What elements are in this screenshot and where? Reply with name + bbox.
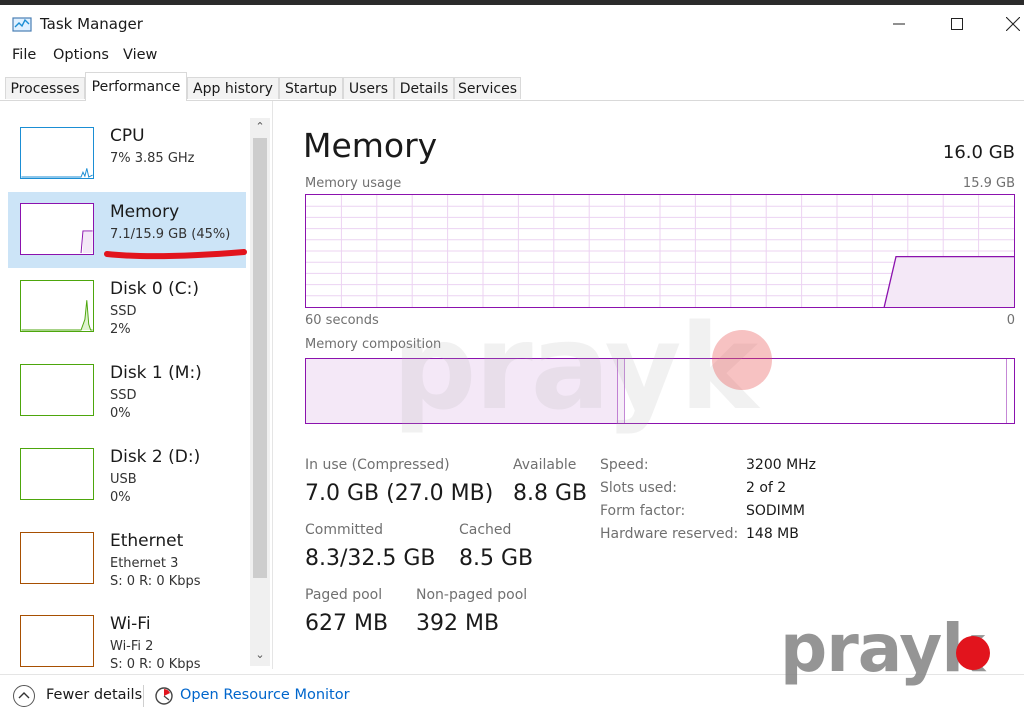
tab-performance[interactable]: Performance <box>85 72 187 101</box>
in-use-value: 7.0 GB (27.0 MB) <box>305 481 494 506</box>
resource-list: CPU 7% 3.85 GHz Memory 7.1/15.9 GB (45%)… <box>0 101 272 671</box>
nonpaged-pool-value: 392 MB <box>416 611 500 636</box>
sidebar-item-wifi[interactable]: Wi-Fi Wi-Fi 2 S: 0 R: 0 Kbps <box>8 604 246 671</box>
cached-label: Cached <box>459 522 512 538</box>
close-icon <box>1006 17 1020 31</box>
slots-value: 2 of 2 <box>746 480 787 496</box>
sidebar-item-disk1[interactable]: Disk 1 (M:) SSD 0% <box>8 353 246 429</box>
open-resource-monitor-link[interactable]: Open Resource Monitor <box>180 687 350 703</box>
tab-services[interactable]: Services <box>454 77 521 99</box>
fewer-details-link[interactable]: Fewer details <box>46 687 142 703</box>
disk2-thumbnail <box>20 448 94 500</box>
disk1-type: SSD <box>110 388 137 403</box>
ethernet-throughput: S: 0 R: 0 Kbps <box>110 574 201 589</box>
menu-file[interactable]: File <box>12 47 36 63</box>
graph-time-right: 0 <box>1006 313 1015 328</box>
disk2-usage: 0% <box>110 490 131 505</box>
sidebar-scrollbar[interactable]: ⌃ ⌄ <box>250 118 270 666</box>
paged-pool-label: Paged pool <box>305 587 383 603</box>
sidebar-item-cpu[interactable]: CPU 7% 3.85 GHz <box>8 116 246 192</box>
ethernet-adapter: Ethernet 3 <box>110 556 179 571</box>
usage-graph-label: Memory usage <box>305 176 402 191</box>
disk1-name: Disk 1 (M:) <box>110 363 202 383</box>
tab-app-history[interactable]: App history <box>187 77 279 99</box>
graph-time-left: 60 seconds <box>305 313 379 328</box>
menu-view[interactable]: View <box>123 47 157 63</box>
ethernet-name: Ethernet <box>110 531 184 551</box>
usage-area <box>884 256 1014 307</box>
watermark-small-dot <box>956 636 990 670</box>
tab-startup[interactable]: Startup <box>279 77 343 99</box>
memory-name: Memory <box>110 202 180 222</box>
tab-details[interactable]: Details <box>394 77 454 99</box>
fewer-details-chevron-up-icon[interactable] <box>12 684 36 708</box>
footer-separator <box>143 685 144 707</box>
cached-value: 8.5 GB <box>459 546 534 571</box>
disk0-usage: 2% <box>110 322 131 337</box>
minimize-button[interactable] <box>876 5 922 43</box>
scroll-down-icon[interactable]: ⌄ <box>253 648 267 662</box>
cpu-name: CPU <box>110 126 145 146</box>
resource-monitor-icon[interactable] <box>154 686 174 706</box>
disk1-thumbnail <box>20 364 94 416</box>
watermark-large-text: prayk <box>392 298 758 436</box>
watermark-large-dot <box>712 330 772 390</box>
memory-thumbnail <box>20 203 94 255</box>
sidebar-item-ethernet[interactable]: Ethernet Ethernet 3 S: 0 R: 0 Kbps <box>8 521 246 597</box>
memory-usage-graph <box>305 194 1015 308</box>
disk2-name: Disk 2 (D:) <box>110 447 201 467</box>
available-value: 8.8 GB <box>513 481 588 506</box>
menu-bar: File Options View <box>0 43 1024 69</box>
scroll-up-icon[interactable]: ⌃ <box>253 120 267 134</box>
committed-value: 8.3/32.5 GB <box>305 546 436 571</box>
close-button[interactable] <box>990 5 1024 43</box>
maximize-icon <box>951 18 963 30</box>
ethernet-thumbnail <box>20 532 94 584</box>
wifi-adapter: Wi-Fi 2 <box>110 639 154 654</box>
memory-total: 16.0 GB <box>942 142 1015 163</box>
wifi-name: Wi-Fi <box>110 614 151 634</box>
maximize-button[interactable] <box>934 5 980 43</box>
speed-value: 3200 MHz <box>746 457 817 473</box>
in-use-label: In use (Compressed) <box>305 457 450 473</box>
task-manager-icon <box>12 17 32 32</box>
hw-reserved-key: Hardware reserved: <box>600 526 739 542</box>
tab-processes[interactable]: Processes <box>5 77 85 99</box>
sidebar-item-disk2[interactable]: Disk 2 (D:) USB 0% <box>8 437 246 513</box>
available-label: Available <box>513 457 577 473</box>
usage-graph-max: 15.9 GB <box>962 176 1015 191</box>
red-underline-annotation <box>104 249 247 260</box>
disk0-thumbnail <box>20 280 94 332</box>
paged-pool-value: 627 MB <box>305 611 389 636</box>
sidebar-item-disk0[interactable]: Disk 0 (C:) SSD 2% <box>8 269 246 345</box>
pane-divider <box>272 101 273 669</box>
page-title: Memory <box>303 126 438 165</box>
nonpaged-pool-label: Non-paged pool <box>416 587 528 603</box>
tab-bar: Processes Performance App history Startu… <box>0 71 1024 101</box>
title-bar: Task Manager <box>0 5 1024 43</box>
committed-label: Committed <box>305 522 383 538</box>
form-factor-key: Form factor: <box>600 503 686 519</box>
scroll-thumb[interactable] <box>253 138 267 578</box>
disk0-type: SSD <box>110 304 137 319</box>
memory-detail: 7.1/15.9 GB (45%) <box>110 227 231 242</box>
wifi-throughput: S: 0 R: 0 Kbps <box>110 657 201 671</box>
menu-options[interactable]: Options <box>53 47 109 63</box>
disk0-name: Disk 0 (C:) <box>110 279 200 299</box>
cpu-thumbnail <box>20 127 94 179</box>
minimize-icon <box>893 23 905 25</box>
speed-key: Speed: <box>600 457 649 473</box>
disk1-usage: 0% <box>110 406 131 421</box>
usage-graph-svg <box>306 195 1014 307</box>
window-title: Task Manager <box>40 15 143 33</box>
disk2-type: USB <box>110 472 137 487</box>
form-factor-value: SODIMM <box>746 503 805 519</box>
cpu-detail: 7% 3.85 GHz <box>110 151 195 166</box>
slots-key: Slots used: <box>600 480 677 496</box>
wifi-thumbnail <box>20 615 94 667</box>
free-segment <box>1006 359 1014 423</box>
watermark-small-text: prayk <box>780 610 985 687</box>
tab-users[interactable]: Users <box>343 77 394 99</box>
hw-reserved-value: 148 MB <box>746 526 799 542</box>
